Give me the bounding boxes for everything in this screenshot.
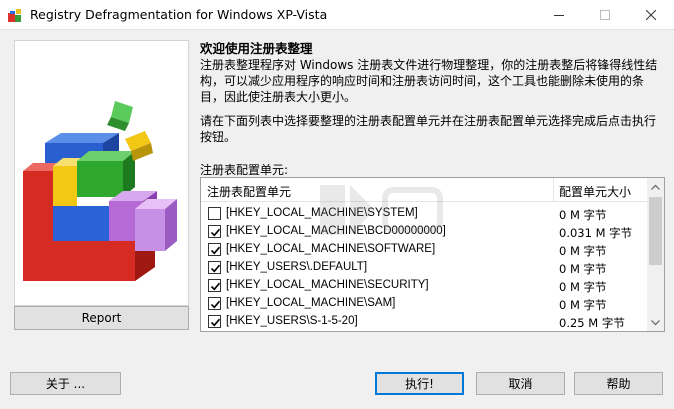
registry-defrag-app-icon <box>7 7 23 23</box>
hive-size: 0 M 字节 <box>559 280 607 294</box>
welcome-heading: 欢迎使用注册表整理 <box>200 41 313 56</box>
hive-list-label: 注册表配置单元: <box>200 163 289 177</box>
hive-size: 0 M 字节 <box>559 244 607 258</box>
help-button[interactable]: 帮助 <box>574 372 663 395</box>
checkmark-icon <box>210 282 221 291</box>
hive-size: 0 M 字节 <box>559 262 607 276</box>
hive-checkbox[interactable] <box>208 207 221 220</box>
hive-key: [HKEY_LOCAL_MACHINE\SOFTWARE] <box>226 243 436 255</box>
hive-listbox[interactable]: 注册表配置单元 配置单元大小 [HKEY_LOCAL_MACHINE\SYSTE… <box>200 177 665 332</box>
column-header-size[interactable]: 配置单元大小 <box>559 183 631 200</box>
list-item[interactable]: [HKEY_LOCAL_MACHINE\SAM] 0 M 字节 <box>201 295 647 313</box>
title-bar[interactable]: Registry Defragmentation for Windows XP-… <box>0 0 674 30</box>
window-title: Registry Defragmentation for Windows XP-… <box>30 7 328 22</box>
list-item[interactable]: [HKEY_USERS\S-1-5-20] 0.25 M 字节 <box>201 313 647 331</box>
hive-checkbox[interactable] <box>208 225 221 238</box>
close-button[interactable] <box>628 0 674 30</box>
list-item[interactable]: [HKEY_LOCAL_MACHINE\SOFTWARE] 0 M 字节 <box>201 241 647 259</box>
execute-button[interactable]: 执行! <box>375 372 464 395</box>
hive-size: 0.25 M 字节 <box>559 316 625 330</box>
registry-defrag-cubes-illustration <box>14 40 189 306</box>
checkmark-icon <box>210 246 221 255</box>
list-item[interactable]: [HKEY_LOCAL_MACHINE\SYSTEM] 0 M 字节 <box>201 205 647 223</box>
minimize-icon <box>554 15 564 16</box>
hive-checkbox[interactable] <box>208 261 221 274</box>
scroll-up-button[interactable] <box>647 178 664 195</box>
scroll-thumb[interactable] <box>649 197 662 265</box>
about-button[interactable]: 关于 ... <box>10 372 121 395</box>
cancel-button[interactable]: 取消 <box>476 372 565 395</box>
hive-key: [HKEY_USERS\S-1-5-20] <box>226 315 358 327</box>
hive-key: [HKEY_LOCAL_MACHINE\BCD00000000] <box>226 225 446 237</box>
hive-checkbox[interactable] <box>208 297 221 310</box>
column-header-hive[interactable]: 注册表配置单元 <box>207 183 291 200</box>
list-header: 注册表配置单元 配置单元大小 <box>201 178 647 202</box>
checkmark-icon <box>210 228 221 237</box>
hive-key: [HKEY_LOCAL_MACHINE\SECURITY] <box>226 279 429 291</box>
hive-key: [HKEY_LOCAL_MACHINE\SAM] <box>226 297 396 309</box>
hive-key: [HKEY_LOCAL_MACHINE\SYSTEM] <box>226 207 418 219</box>
chevron-up-icon <box>651 184 660 190</box>
scroll-down-button[interactable] <box>647 314 664 331</box>
close-icon <box>646 10 656 20</box>
hive-key: [HKEY_USERS\.DEFAULT] <box>226 261 368 273</box>
vertical-scrollbar[interactable] <box>647 178 664 331</box>
hive-checkbox[interactable] <box>208 243 221 256</box>
column-divider[interactable] <box>553 178 554 202</box>
checkmark-icon <box>210 318 221 327</box>
hive-checkbox[interactable] <box>208 279 221 292</box>
list-item[interactable]: [HKEY_LOCAL_MACHINE\SECURITY] 0 M 字节 <box>201 277 647 295</box>
hive-size: 0 M 字节 <box>559 298 607 312</box>
minimize-button[interactable] <box>536 0 582 30</box>
intro-paragraph: 注册表整理程序对 Windows 注册表文件进行物理整理，你的注册表整后将锋得线… <box>200 58 658 104</box>
report-button[interactable]: Report <box>14 306 189 330</box>
checkmark-icon <box>210 300 221 309</box>
chevron-down-icon <box>651 319 660 325</box>
maximize-button[interactable] <box>582 0 628 30</box>
list-item[interactable]: [HKEY_USERS\.DEFAULT] 0 M 字节 <box>201 259 647 277</box>
hive-size: 0 M 字节 <box>559 208 607 222</box>
instruction-paragraph: 请在下面列表中选择要整理的注册表配置单元并在注册表配置单元选择完成后点击执行按钮… <box>200 114 657 144</box>
hive-checkbox[interactable] <box>208 315 221 328</box>
maximize-icon <box>600 10 610 20</box>
list-item[interactable]: [HKEY_LOCAL_MACHINE\BCD00000000] 0.031 M… <box>201 223 647 241</box>
hive-size: 0.031 M 字节 <box>559 226 633 240</box>
checkmark-icon <box>210 264 221 273</box>
